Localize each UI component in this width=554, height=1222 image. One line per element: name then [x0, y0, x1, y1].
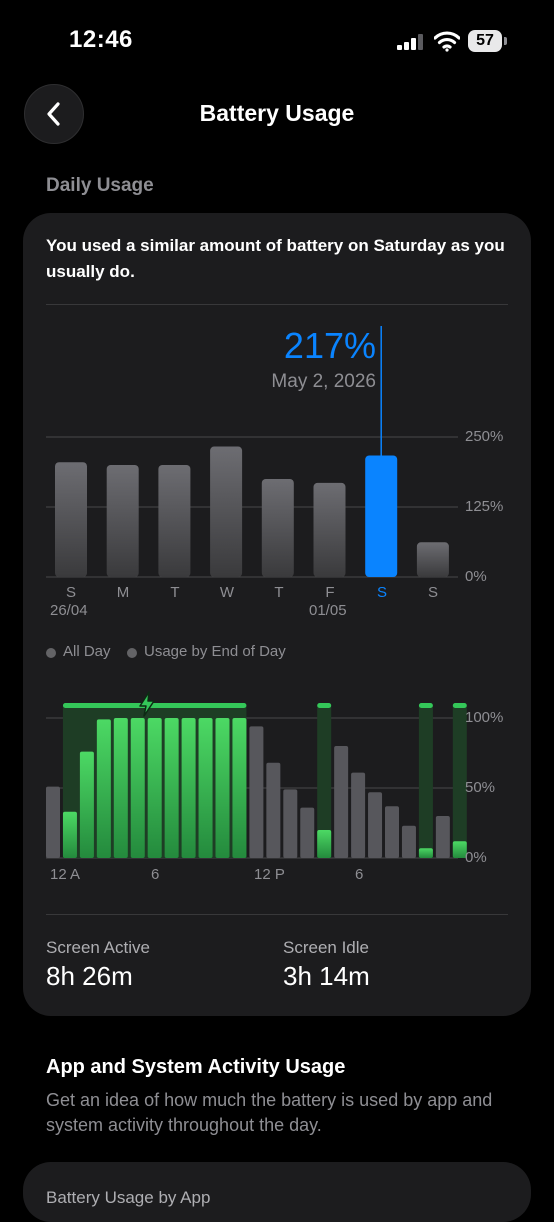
hourly-bar-charging	[198, 718, 213, 858]
daily-bar	[106, 465, 139, 577]
legend-dot-end-of-day	[127, 648, 137, 658]
screen-idle-value: 3h 14m	[283, 961, 370, 991]
daily-bar	[158, 465, 191, 577]
activity-title: App and System Activity Usage	[46, 1056, 346, 1078]
hourly-bar-charging	[418, 848, 433, 858]
daily-y-tick: 125%	[465, 498, 504, 515]
daily-bar	[261, 479, 294, 577]
screen-active-value: 8h 26m	[46, 961, 133, 991]
hourly-y-tick: 50%	[465, 779, 496, 796]
hourly-bar	[300, 807, 315, 858]
hourly-bar	[351, 772, 366, 858]
hourly-bar	[435, 816, 450, 858]
daily-bar	[210, 446, 243, 577]
hourly-bar-charging	[147, 718, 162, 858]
charging-cap	[418, 703, 433, 708]
hourly-x-tick: 12 A	[50, 866, 81, 883]
day-label[interactable]: T	[160, 584, 190, 601]
hourly-bar-charging	[113, 718, 128, 858]
day-label[interactable]: W	[212, 584, 242, 601]
day-label[interactable]: F	[315, 584, 345, 601]
hourly-bar	[368, 792, 383, 858]
legend-dot-all-day	[46, 648, 56, 658]
day-label[interactable]: M	[108, 584, 138, 601]
date-label: 01/05	[309, 602, 347, 619]
day-label[interactable]: T	[264, 584, 294, 601]
hourly-bar-charging	[96, 719, 111, 858]
legend-end-of-day: Usage by End of Day	[144, 643, 286, 660]
hourly-bar	[385, 806, 399, 858]
hourly-bar	[249, 726, 264, 858]
hourly-bar-charging	[232, 718, 247, 858]
day-label[interactable]: S	[56, 584, 86, 601]
legend-all-day: All Day	[63, 643, 111, 660]
charging-cap	[452, 703, 467, 708]
daily-y-tick: 250%	[465, 428, 504, 445]
hourly-bar-charging	[215, 718, 230, 858]
charging-bolt-icon	[139, 691, 155, 717]
hourly-bar	[283, 789, 298, 858]
daily-y-tick: 0%	[465, 568, 487, 585]
hourly-x-tick: 6	[151, 866, 160, 883]
hourly-bar-charging	[62, 811, 77, 858]
daily-bar-selected	[365, 455, 398, 577]
hourly-bar-charging	[79, 751, 94, 858]
hourly-bar-charging	[181, 718, 196, 858]
charging-cap	[317, 703, 332, 708]
screen-idle-label: Screen Idle	[283, 938, 369, 957]
battery-by-app-title: Battery Usage by App	[46, 1188, 211, 1207]
hourly-bar	[266, 762, 281, 858]
daily-bar	[55, 462, 87, 577]
hourly-bar	[401, 825, 416, 858]
day-label[interactable]: S	[418, 584, 448, 601]
hourly-x-tick: 12 P	[254, 866, 285, 883]
battery-by-app-card[interactable]: Battery Usage by App	[23, 1162, 531, 1222]
hourly-y-tick: 100%	[465, 709, 504, 726]
hourly-x-tick: 6	[355, 866, 364, 883]
screen-active-label: Screen Active	[46, 938, 150, 957]
charging-region	[418, 706, 433, 858]
daily-bar	[313, 482, 346, 577]
selected-value: 217%	[283, 325, 376, 366]
activity-description: Get an idea of how much the battery is u…	[46, 1090, 493, 1135]
hourly-bar	[46, 786, 60, 858]
hourly-y-tick: 0%	[465, 849, 487, 866]
hourly-bar-charging	[130, 718, 145, 858]
card-divider	[46, 914, 508, 915]
day-label-selected[interactable]: S	[367, 584, 397, 601]
daily-bar	[416, 542, 449, 577]
date-label: 26/04	[50, 602, 88, 619]
hourly-bar-charging	[317, 830, 332, 858]
hourly-bar	[334, 746, 349, 858]
selected-date: May 2, 2026	[271, 371, 376, 392]
hourly-bar-charging	[164, 718, 179, 858]
